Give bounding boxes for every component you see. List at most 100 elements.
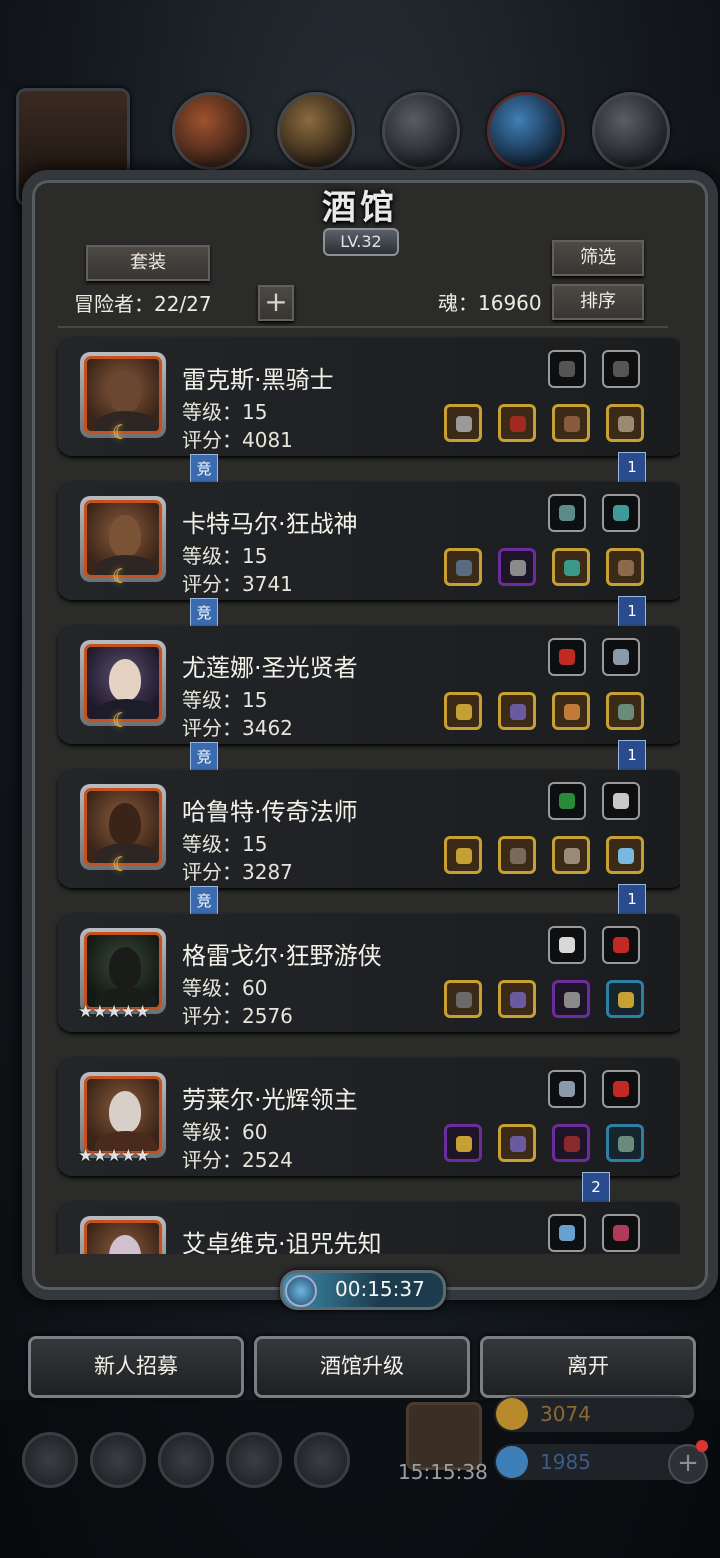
achievement-icon[interactable]: [90, 1432, 146, 1488]
wood-category-icon[interactable]: [277, 92, 355, 170]
moon-rank-icon: ☾: [112, 708, 130, 732]
moon-rank-icon: ☾: [112, 852, 130, 876]
hero-list[interactable]: ☾ 雷克斯·黑骑士 等级：15 评分：4081 竞 1 ☾ 卡特马尔·狂战神 等…: [40, 334, 680, 1254]
hero-level: 等级：60: [182, 1120, 268, 1144]
page-title: 酒馆: [322, 188, 398, 228]
hammer-slot[interactable]: [444, 1124, 482, 1162]
amulet-slot[interactable]: [552, 1124, 590, 1162]
gold-icon: [496, 1398, 528, 1430]
mail-icon[interactable]: [226, 1432, 282, 1488]
armor-slot[interactable]: [498, 692, 536, 730]
gem-slot[interactable]: [602, 350, 640, 388]
hero-name: 哈鲁特·传奇法师: [182, 798, 358, 826]
star-rating: ★★★★★: [78, 1146, 150, 1166]
leave-button[interactable]: 离开: [480, 1336, 696, 1398]
filter-button[interactable]: 筛选: [552, 240, 644, 276]
hero-level: 等级：15: [182, 544, 268, 568]
recruit-button[interactable]: 新人招募: [28, 1336, 244, 1398]
header-divider: [58, 326, 668, 328]
moon-rank-icon: ☾: [112, 564, 130, 588]
hero-score: 评分：4081: [182, 428, 293, 452]
armor-slot[interactable]: [498, 1124, 536, 1162]
hero-name: 雷克斯·黑骑士: [182, 366, 334, 394]
armor-slot[interactable]: [498, 980, 536, 1018]
hero-level: 等级：15: [182, 688, 268, 712]
suit-button[interactable]: 套装: [86, 245, 210, 281]
glove-slot[interactable]: [606, 548, 644, 586]
gem-slot[interactable]: [602, 638, 640, 676]
gem-slot[interactable]: [548, 350, 586, 388]
gem-slot[interactable]: [548, 1214, 586, 1252]
soul-count: 魂：16960: [438, 291, 542, 315]
guild-icon[interactable]: [158, 1432, 214, 1488]
hero-level: 等级：60: [182, 976, 268, 1000]
hero-name: 艾卓维克·诅咒先知: [182, 1230, 382, 1254]
crystal-category-icon[interactable]: [487, 92, 565, 170]
gem-slot[interactable]: [548, 1070, 586, 1108]
armor-slot[interactable]: [498, 836, 536, 874]
iron-category-icon[interactable]: [382, 92, 460, 170]
upgrade-tavern-button[interactable]: 酒馆升级: [254, 1336, 470, 1398]
gem-resource: 1985: [494, 1444, 694, 1480]
hero-name: 格雷戈尔·狂野游侠: [182, 942, 382, 970]
hero-score: 评分：2576: [182, 1004, 293, 1028]
armor-slot[interactable]: [498, 548, 536, 586]
helmet-slot[interactable]: [498, 404, 536, 442]
gem-slot[interactable]: [602, 1070, 640, 1108]
hero-name: 劳莱尔·光辉领主: [182, 1086, 358, 1114]
add-slot-button[interactable]: +: [258, 285, 294, 321]
bracelet-slot[interactable]: [606, 1124, 644, 1162]
star-rating: ★★★★★: [78, 1002, 150, 1022]
bow-slot[interactable]: [444, 980, 482, 1018]
gem-icon: [496, 1446, 528, 1478]
gem-slot[interactable]: [602, 926, 640, 964]
hero-name: 尤莲娜·圣光贤者: [182, 654, 358, 682]
hero-card[interactable]: ☾ 哈鲁特·传奇法师 等级：15 评分：3287: [58, 770, 680, 888]
refresh-timer: 00:15:37: [280, 1270, 446, 1310]
moon-rank-icon: ☾: [112, 420, 130, 444]
orb-slot[interactable]: [606, 836, 644, 874]
gem-slot[interactable]: [548, 494, 586, 532]
hero-portrait: [80, 1216, 166, 1254]
ring-slot[interactable]: [552, 692, 590, 730]
gem-slot[interactable]: [602, 782, 640, 820]
amulet-slot[interactable]: [552, 548, 590, 586]
sort-button[interactable]: 排序: [552, 284, 644, 320]
map-icon[interactable]: [294, 1432, 350, 1488]
mask-slot[interactable]: [552, 836, 590, 874]
stone-category-icon[interactable]: [592, 92, 670, 170]
glove-slot[interactable]: [552, 404, 590, 442]
tavern-level-badge: LV.32: [323, 228, 399, 256]
amulet-slot[interactable]: [552, 980, 590, 1018]
gem-slot[interactable]: [548, 926, 586, 964]
weapon-slot[interactable]: [444, 548, 482, 586]
hero-card[interactable]: ☾ 尤莲娜·圣光贤者 等级：15 评分：3462: [58, 626, 680, 744]
hero-level: 等级：15: [182, 400, 268, 424]
gem-amount: 1985: [540, 1450, 591, 1474]
hero-card[interactable]: 艾卓维克·诅咒先知: [58, 1202, 680, 1254]
weapon-category-icon[interactable]: [172, 92, 250, 170]
notification-dot: [696, 1440, 708, 1452]
hero-score: 评分：3462: [182, 716, 293, 740]
hero-card[interactable]: ★★★★★ 格雷戈尔·狂野游侠 等级：60 评分：2576: [58, 914, 680, 1032]
settings-icon[interactable]: [22, 1432, 78, 1488]
ring-slot[interactable]: [606, 980, 644, 1018]
hero-card[interactable]: ☾ 雷克斯·黑骑士 等级：15 评分：4081: [58, 338, 680, 456]
hero-score: 评分：3287: [182, 860, 293, 884]
adventurer-count: 冒险者：22/27: [74, 292, 212, 316]
hero-card[interactable]: ☾ 卡特马尔·狂战神 等级：15 评分：3741: [58, 482, 680, 600]
bracelet-slot[interactable]: [606, 692, 644, 730]
gem-slot[interactable]: [548, 782, 586, 820]
gem-slot[interactable]: [548, 638, 586, 676]
gem-slot[interactable]: [602, 494, 640, 532]
gem-slot[interactable]: [602, 1214, 640, 1252]
hero-level: 等级：15: [182, 832, 268, 856]
weapon-slot[interactable]: [444, 404, 482, 442]
clock-icon: [285, 1275, 317, 1307]
hammer-slot[interactable]: [444, 692, 482, 730]
hero-card[interactable]: ★★★★★ 劳莱尔·光辉领主 等级：60 评分：2524: [58, 1058, 680, 1176]
armor-slot[interactable]: [606, 404, 644, 442]
timer-text: 00:15:37: [335, 1277, 425, 1301]
staff-slot[interactable]: [444, 836, 482, 874]
hero-name: 卡特马尔·狂战神: [182, 510, 358, 538]
